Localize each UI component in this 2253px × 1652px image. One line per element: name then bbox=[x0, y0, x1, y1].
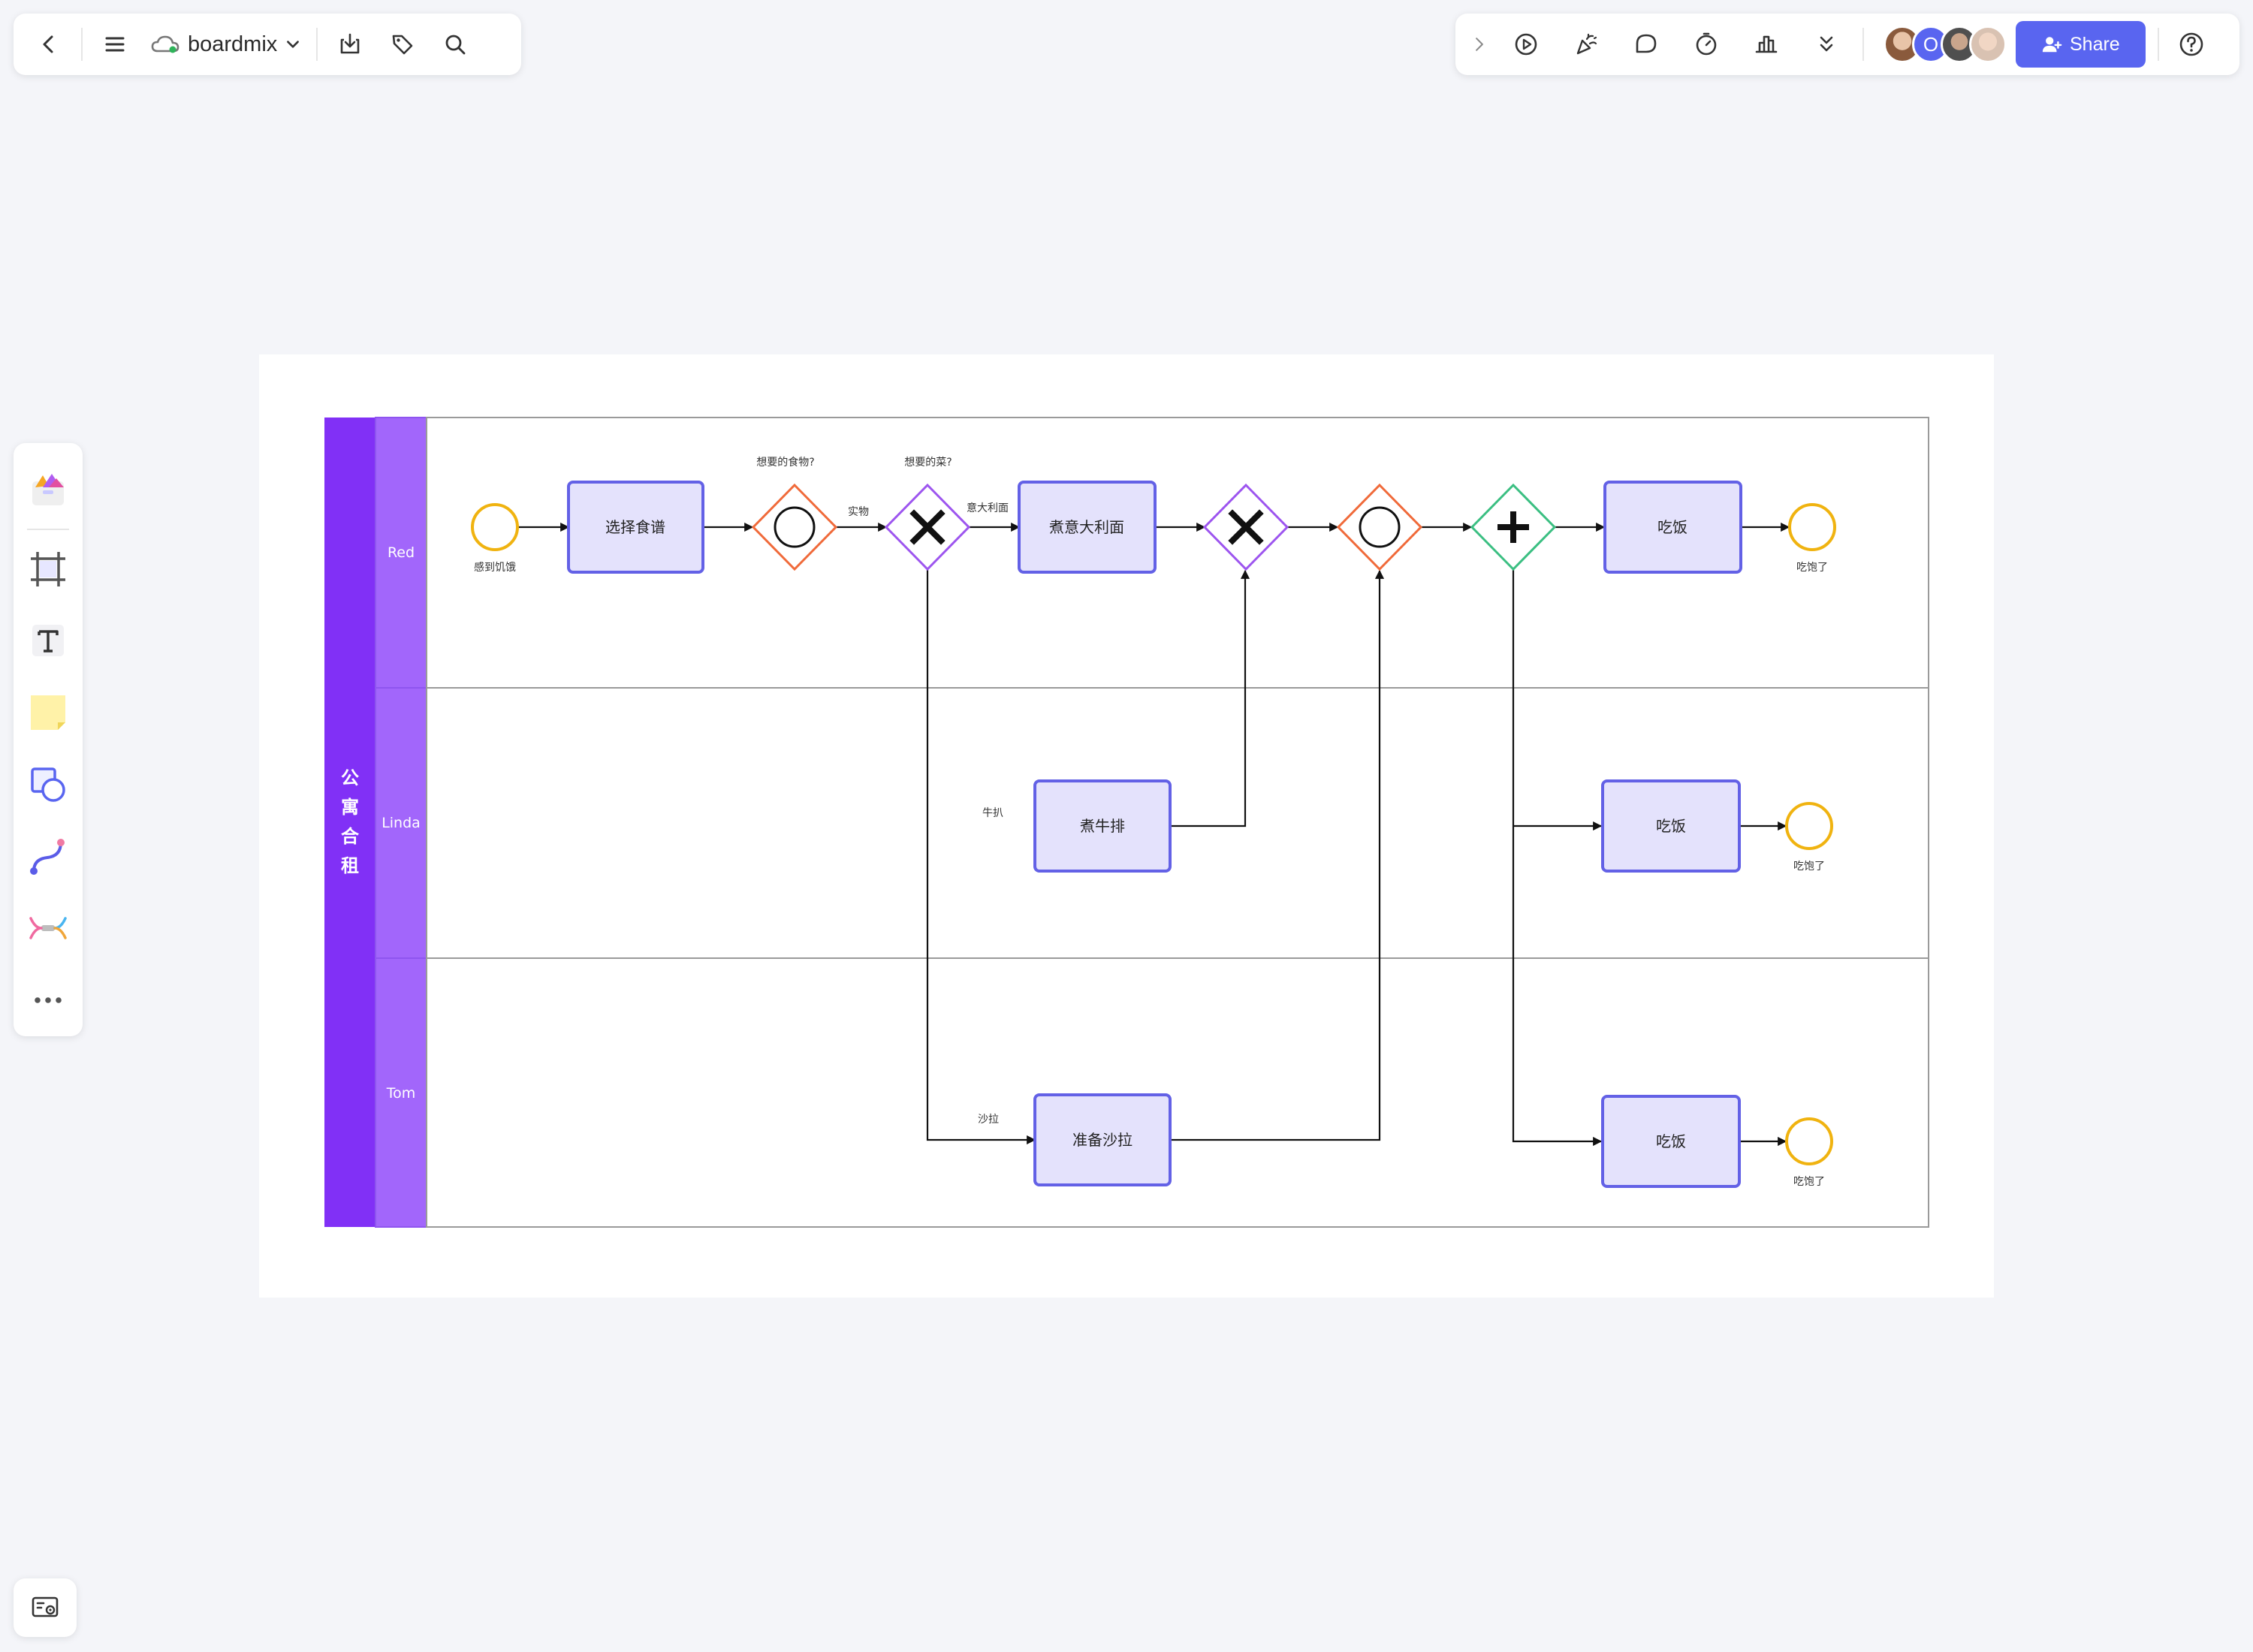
task-label: 准备沙拉 bbox=[1072, 1131, 1133, 1149]
task-label: 选择食谱 bbox=[605, 518, 665, 536]
pool-label-char: 寓 bbox=[341, 797, 359, 818]
start-event[interactable] bbox=[471, 503, 519, 551]
end-event-tom[interactable] bbox=[1785, 1117, 1833, 1165]
pool-label-char: 合 bbox=[341, 826, 360, 847]
task-label: 吃饭 bbox=[1656, 817, 1686, 835]
flow-line[interactable] bbox=[1170, 569, 1250, 828]
lane-label-red: Red bbox=[388, 544, 415, 561]
pool-header bbox=[324, 418, 376, 1227]
task-label: 煮牛排 bbox=[1080, 817, 1125, 835]
end-event-label: 吃饱了 bbox=[1793, 1176, 1825, 1188]
flow-line[interactable] bbox=[1170, 569, 1385, 1141]
flow-label: 沙拉 bbox=[978, 1114, 999, 1126]
flow-label: 实物 bbox=[848, 506, 869, 518]
start-event-label: 感到饥饿 bbox=[474, 561, 516, 574]
gateway-food[interactable] bbox=[751, 483, 838, 571]
end-event-red[interactable] bbox=[1788, 503, 1836, 551]
lane-label-linda: Linda bbox=[382, 815, 421, 831]
pool-label-char: 公 bbox=[341, 767, 359, 788]
pool-label-char: 租 bbox=[341, 855, 359, 876]
gateway-label: 想要的菜? bbox=[904, 457, 952, 469]
lane-label-tom: Tom bbox=[386, 1085, 416, 1102]
task-label: 吃饭 bbox=[1656, 1132, 1686, 1150]
flow-line[interactable] bbox=[926, 569, 1036, 1145]
end-event-label: 吃饱了 bbox=[1796, 562, 1828, 574]
task-label: 吃饭 bbox=[1657, 518, 1687, 536]
flow-line[interactable] bbox=[1512, 569, 1603, 1147]
gateway-join[interactable] bbox=[1336, 483, 1423, 571]
flow-label: 牛扒 bbox=[982, 807, 1003, 819]
bpmn-diagram: 公 寓 合 租 Red Linda Tom 选择食谱 煮意大利面 吃饭 煮牛排 … bbox=[324, 417, 1929, 1228]
gateway-label: 想要的食物? bbox=[756, 456, 814, 469]
task-label: 煮意大利面 bbox=[1049, 518, 1124, 536]
end-event-label: 吃饱了 bbox=[1793, 861, 1825, 873]
flow-label: 意大利面 bbox=[967, 502, 1009, 514]
end-event-linda[interactable] bbox=[1785, 802, 1833, 850]
